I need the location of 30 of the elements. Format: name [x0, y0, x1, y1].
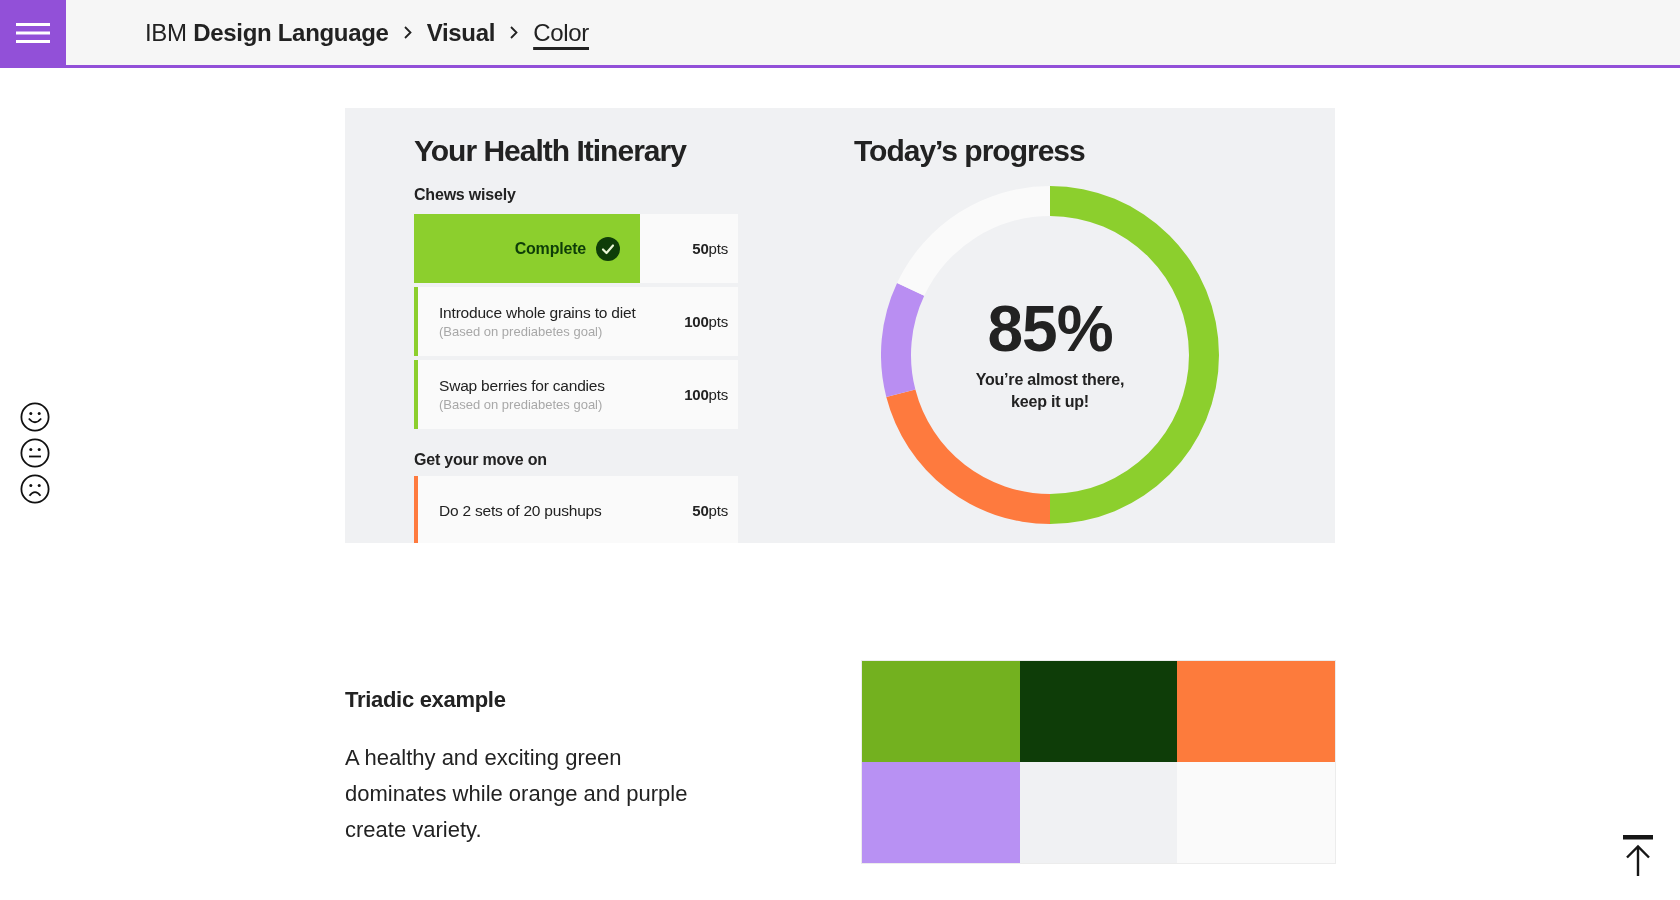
site-title-link[interactable]: IBM Design Language	[145, 18, 389, 47]
task-title: Introduce whole grains to diet	[439, 302, 636, 323]
task-note: (Based on prediabetes goal)	[439, 395, 603, 414]
breadcrumb-link[interactable]: Color	[533, 18, 589, 47]
points-label: 50pts	[692, 502, 729, 519]
sad-face-icon[interactable]	[20, 474, 50, 504]
points-label: 100pts	[684, 313, 729, 330]
scroll-to-top-icon[interactable]	[1623, 835, 1653, 876]
menu-icon	[16, 22, 50, 43]
points-label: 100pts	[684, 386, 729, 403]
task-title: Swap berries for candies	[439, 375, 605, 396]
breadcrumb-link[interactable]: Visual	[426, 18, 496, 47]
menu-button[interactable]	[0, 0, 66, 65]
section-description: A healthy and exciting green dominates while orange and purple create variety.	[345, 744, 689, 844]
task-note: (Based on prediabetes goal)	[439, 322, 603, 341]
happy-face-icon[interactable]	[20, 402, 50, 432]
chevron-icon	[403, 26, 412, 39]
progress-message: You’re almost there, keep it up!	[974, 370, 1126, 412]
chevron-icon	[510, 26, 519, 39]
status-label: Complete	[514, 239, 586, 258]
progress-title: Today’s progress	[854, 133, 1085, 169]
neutral-face-icon[interactable]	[20, 438, 50, 468]
check-icon	[596, 236, 620, 261]
points-label: 50pts	[692, 240, 729, 257]
section-heading: Triadic example	[345, 687, 506, 713]
card-title: Your Health Itinerary	[414, 133, 686, 169]
progress-value: 85%	[987, 297, 1113, 361]
group-title: Chews wisely	[414, 185, 516, 205]
group-title: Get your move on	[414, 450, 547, 470]
task-title: Do 2 sets of 20 pushups	[439, 500, 602, 521]
